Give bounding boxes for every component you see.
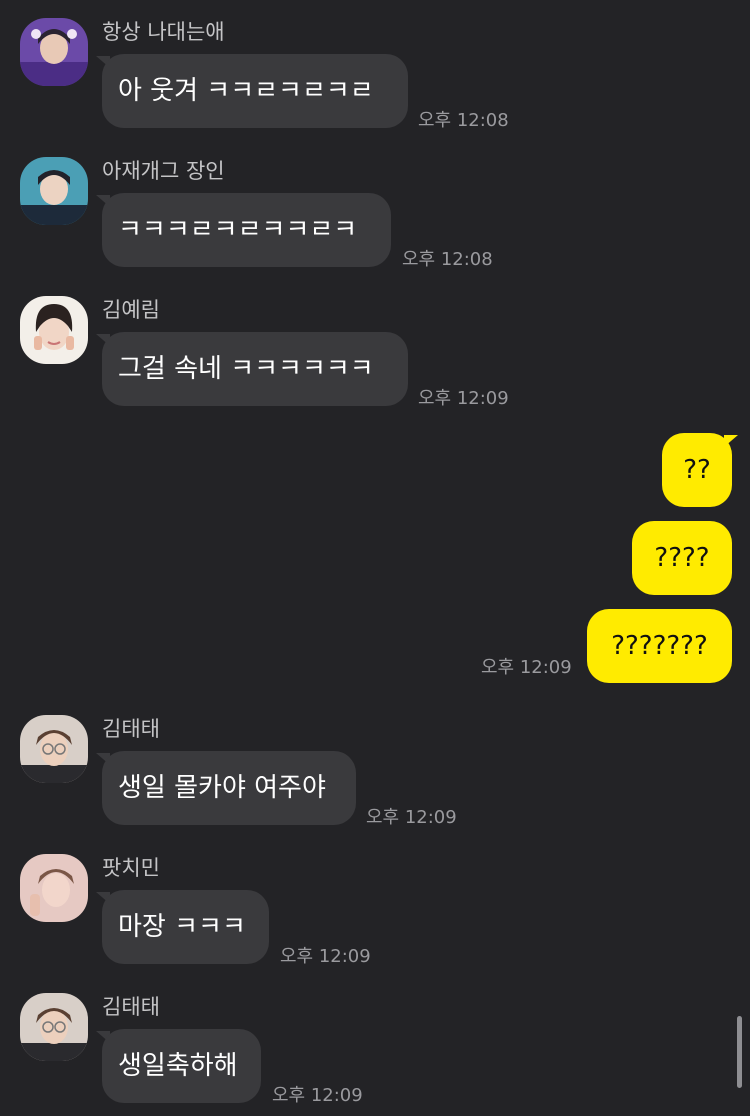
- message-timestamp: 오후 12:09: [272, 1085, 363, 1106]
- message-timestamp: 오후 12:09: [418, 388, 509, 409]
- avatar[interactable]: [20, 18, 88, 86]
- message-bubble[interactable]: 아 웃겨 ㅋㅋㄹㅋㄹㅋㄹ: [102, 54, 408, 128]
- avatar[interactable]: [20, 715, 88, 783]
- sender-name: 팟치민: [102, 856, 160, 880]
- message-bubble[interactable]: ????: [632, 521, 732, 595]
- message-bubble[interactable]: 생일 몰카야 여주야: [102, 751, 356, 825]
- message-bubble[interactable]: 마장 ㅋㅋㅋ: [102, 890, 269, 964]
- message-timestamp: 오후 12:09: [481, 657, 572, 678]
- message-bubble[interactable]: 그걸 속네 ㅋㅋㅋㅋㅋㅋ: [102, 332, 408, 406]
- sender-name: 아재개그 장인: [102, 159, 225, 183]
- sender-name: 항상 나대는애: [102, 20, 225, 44]
- chat-message-list[interactable]: 항상 나대는애 아 웃겨 ㅋㅋㄹㅋㄹㅋㄹ 오후 12:08 아재개그 장인 ㅋㅋ…: [0, 0, 750, 1116]
- message-bubble[interactable]: 생일축하해: [102, 1029, 261, 1103]
- message-timestamp: 오후 12:09: [280, 946, 371, 967]
- avatar[interactable]: [20, 854, 88, 922]
- message-bubble[interactable]: ㅋㅋㅋㄹㅋㄹㅋㅋㄹㅋ: [102, 193, 391, 267]
- message-timestamp: 오후 12:09: [366, 807, 457, 828]
- sender-name: 김태태: [102, 717, 160, 741]
- avatar[interactable]: [20, 157, 88, 225]
- message-bubble[interactable]: ??: [662, 433, 732, 507]
- message-timestamp: 오후 12:08: [402, 249, 493, 270]
- scrollbar[interactable]: [737, 1016, 742, 1088]
- message-timestamp: 오후 12:08: [418, 110, 509, 131]
- avatar[interactable]: [20, 296, 88, 364]
- sender-name: 김태태: [102, 995, 160, 1019]
- avatar[interactable]: [20, 993, 88, 1061]
- sender-name: 김예림: [102, 298, 160, 322]
- message-bubble[interactable]: ???????: [587, 609, 732, 683]
